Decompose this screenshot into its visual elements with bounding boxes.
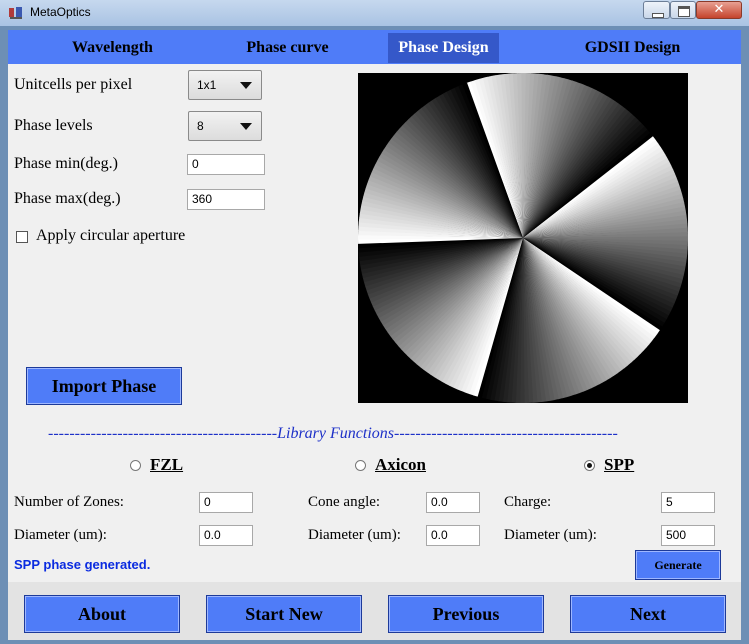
charge-field[interactable]: 5 [661,492,715,513]
axicon-radio[interactable] [355,460,366,471]
phase-max-field[interactable]: 360 [187,189,265,210]
phase-min-field[interactable]: 0 [187,154,265,175]
axicon-label[interactable]: Axicon [375,455,426,475]
generate-button[interactable]: Generate [635,550,721,580]
cone-angle-field[interactable]: 0.0 [426,492,480,513]
close-button[interactable]: ✕ [696,1,742,19]
minimize-button[interactable] [643,1,670,19]
next-button[interactable]: Next [570,595,726,633]
axicon-diameter-field[interactable]: 0.0 [426,525,480,546]
fzl-diameter-field[interactable]: 0.0 [199,525,253,546]
fzl-radio[interactable] [130,460,141,471]
cone-angle-label: Cone angle: [308,494,381,510]
status-message: SPP phase generated. [14,557,151,572]
phase-levels-value: 8 [197,119,204,133]
minimize-icon [652,13,664,18]
spp-diameter-field[interactable]: 500 [661,525,715,546]
aperture-checkbox[interactable] [16,231,28,243]
tab-gdsii-design[interactable]: GDSII Design [565,33,700,63]
phase-levels-select[interactable]: 8 [188,111,262,141]
zones-label: Number of Zones: [14,494,124,510]
app-icon [9,7,22,19]
close-icon: ✕ [713,2,725,17]
aperture-label: Apply circular aperture [36,227,186,244]
phase-min-label: Phase min(deg.) [14,155,118,172]
about-button[interactable]: About [24,595,180,633]
tab-wavelength[interactable]: Wavelength [50,33,175,63]
window-title: MetaOptics [30,5,91,19]
chevron-down-icon [240,82,252,89]
import-phase-button[interactable]: Import Phase [26,367,182,405]
previous-button[interactable]: Previous [388,595,544,633]
phase-pattern-image [358,73,688,403]
unitcells-label: Unitcells per pixel [14,76,133,93]
spp-radio[interactable] [584,460,595,471]
unitcells-select[interactable]: 1x1 [188,70,262,100]
maximize-button[interactable] [670,1,696,19]
zones-field[interactable]: 0 [199,492,253,513]
spp-label[interactable]: SPP [604,455,634,475]
fzl-label[interactable]: FZL [150,455,183,475]
start-new-button[interactable]: Start New [206,595,362,633]
library-functions-title: ----------------------------------------… [48,425,618,442]
spiral-phase-plate [358,73,688,403]
charge-label: Charge: [504,494,552,510]
maximize-icon [678,6,690,17]
fzl-diameter-label: Diameter (um): [14,527,107,543]
chevron-down-icon [240,123,252,130]
spp-diameter-label: Diameter (um): [504,527,597,543]
phase-levels-label: Phase levels [14,117,93,134]
tab-phase-design[interactable]: Phase Design [388,33,499,63]
unitcells-value: 1x1 [197,78,217,92]
tab-phase-curve[interactable]: Phase curve [225,33,350,63]
title-bar [0,0,749,26]
axicon-diameter-label: Diameter (um): [308,527,401,543]
phase-max-label: Phase max(deg.) [14,190,121,207]
